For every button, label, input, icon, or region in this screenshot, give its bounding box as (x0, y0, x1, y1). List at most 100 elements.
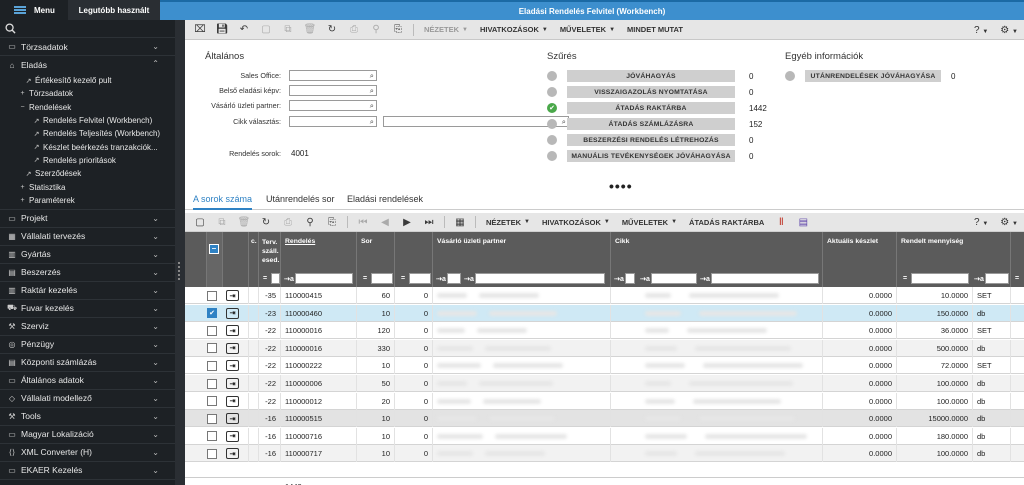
sidebar-sub-parameterek[interactable]: + Paraméterek (18, 194, 175, 207)
table-row[interactable]: ✔ ⇥ -23 110000460 10 0 0.0000 150.0000 db (185, 304, 1024, 322)
copy-icon[interactable]: ⧉ (211, 213, 233, 231)
sidebar-item-10[interactable]: ◇ Vállalati modellező ⌄ (0, 390, 175, 408)
save-icon[interactable]: 💾︎ (211, 20, 233, 39)
filter-input[interactable] (409, 273, 431, 284)
grid-settings-menu[interactable]: ⚙ ▼ (1000, 217, 1018, 228)
select-all-checkbox[interactable]: – (209, 244, 219, 254)
sidebar-sub-torzsadatok[interactable]: + Törzsadatok (18, 87, 175, 100)
sidebar-sub-statisztika[interactable]: + Statisztika (18, 180, 175, 193)
sidebar-item-4[interactable]: ▥ Raktár kezelés ⌄ (0, 282, 175, 300)
table-row[interactable]: ⇥ -16 110000716 10 0 0.0000 180.0000 db (185, 427, 1024, 445)
release-warehouse-button[interactable]: ÁTADÁS RAKTÁRBA (683, 213, 770, 231)
header-c[interactable]: c. (249, 232, 259, 287)
actions-menu[interactable]: MŰVELETEK ▼ (554, 20, 621, 39)
item-input[interactable]: ⌕ (289, 116, 377, 127)
prev-page-icon[interactable]: ◀ (374, 213, 396, 231)
item-description-input[interactable]: ⌕ (383, 116, 569, 127)
internal-rep-input[interactable]: ⌕ (289, 85, 377, 96)
show-all-button[interactable]: MINDET MUTAT (621, 20, 689, 39)
row-checkbox[interactable] (207, 448, 217, 459)
sidebar-sub-felvitel[interactable]: ↗ Rendelés Felvitel (Workbench) (18, 114, 175, 127)
sidebar-sub-keszlet[interactable]: ↗ Készlet beérkezés tranzakciók... (18, 140, 175, 153)
row-checkbox[interactable] (207, 325, 217, 336)
lookup-icon[interactable]: ⌕ (370, 117, 374, 127)
sidebar-item-1[interactable]: ▦ Vállalati tervezés ⌄ (0, 228, 175, 246)
delete-record-icon[interactable]: ⌧ (189, 20, 211, 39)
last-page-icon[interactable]: ⏭ (418, 213, 440, 231)
grid-actions-menu[interactable]: MŰVELETEK ▼ (616, 213, 683, 231)
sidebar-sub-szerzodesek[interactable]: ↗ Szerződések (18, 167, 175, 180)
sidebar-item-11[interactable]: ⚒ Tools ⌄ (0, 408, 175, 426)
table-row[interactable]: ⇥ -22 110000016 120 0 0.0000 36.0000 SET (185, 322, 1024, 340)
table-row[interactable]: ⇥ -22 110000012 20 0 0.0000 100.0000 db (185, 392, 1024, 410)
table-row[interactable]: ⇥ -35 110000415 60 0 0.0000 10.0000 SET (185, 287, 1024, 304)
grid-help-menu[interactable]: ? ▼ (974, 217, 988, 228)
sidebar-item-9[interactable]: ▭ Általános adatok ⌄ (0, 372, 175, 390)
trash-icon[interactable]: 🗑︎ (233, 213, 255, 231)
grid-references-menu[interactable]: HIVATKOZÁSOK ▼ (536, 213, 616, 231)
attachment-icon[interactable]: ⎘ (387, 20, 409, 39)
open-row-icon[interactable]: ⇥ (226, 290, 239, 301)
attachment-icon[interactable]: ⎘ (321, 213, 343, 231)
filter-input[interactable] (447, 273, 461, 284)
filter-input[interactable] (295, 273, 353, 284)
sidebar-sub-teljesites[interactable]: ↗ Rendelés Teljesítés (Workbench) (18, 127, 175, 140)
filter-input[interactable] (475, 273, 605, 284)
sidebar-sub-prioritasok[interactable]: ↗ Rendelés prioritások (18, 154, 175, 167)
filter-approval-button[interactable]: JÓVÁHAGYÁS (567, 70, 735, 82)
header-order[interactable]: Rendelés ⇢a (281, 232, 357, 287)
grid-views-menu[interactable]: NÉZETEK ▼ (480, 213, 536, 231)
lookup-icon[interactable]: ⌕ (370, 86, 374, 96)
calendar-icon[interactable]: ▦ (449, 213, 471, 231)
find-icon[interactable]: ⚲ (299, 213, 321, 231)
text-icon[interactable]: Ⅱ (770, 213, 792, 231)
splitter-grip-icon[interactable] (178, 262, 181, 280)
sidebar-item-12[interactable]: ▭ Magyar Lokalizáció ⌄ (0, 426, 175, 444)
sidebar-item-13[interactable]: ⟨⟩ XML Converter (H) ⌄ (0, 444, 175, 462)
filter-confirmation-button[interactable]: VISSZAIGAZOLÁS NYOMTATÁSA (567, 86, 735, 98)
table-row[interactable]: ⇥ -22 110000222 10 0 0.0000 72.0000 SET (185, 357, 1024, 375)
filter-input[interactable] (625, 273, 635, 284)
report-icon[interactable]: ▤ (792, 213, 814, 231)
header-line[interactable]: Sor = (357, 232, 395, 287)
filter-manual-activities-button[interactable]: MANUÁLIS TEVÉKENYSÉGEK JÓVÁHAGYÁSA (567, 150, 735, 162)
next-page-icon[interactable]: ▶ (396, 213, 418, 231)
undo-icon[interactable]: ↶ (233, 20, 255, 39)
header-select-all[interactable]: – (207, 232, 223, 287)
open-row-icon[interactable]: ⇥ (226, 413, 239, 425)
find-icon[interactable]: ⚲ (365, 20, 387, 39)
sidebar-item-0[interactable]: ▭ Projekt ⌄ (0, 210, 175, 228)
filter-input[interactable] (371, 273, 393, 284)
open-row-icon[interactable]: ⇥ (226, 342, 239, 354)
first-page-icon[interactable]: ⏮ (352, 213, 374, 231)
filter-purchase-order-button[interactable]: BESZERZÉSI RENDELÉS LÉTREHOZÁS (567, 134, 735, 146)
filter-input[interactable] (651, 273, 697, 284)
sidebar-item-torzsadatok[interactable]: ▭ Törzsadatok ⌄ (0, 38, 175, 56)
print-icon[interactable]: ⎙ (277, 213, 299, 231)
partner-input[interactable]: ⌕ (289, 100, 377, 111)
sidebar-item-3[interactable]: ▤ Beszerzés ⌄ (0, 264, 175, 282)
row-checkbox[interactable] (207, 413, 217, 424)
sidebar-item-5[interactable]: ⛟ Fuvar kezelés ⌄ (0, 300, 175, 318)
new-row-icon[interactable]: ▢ (189, 213, 211, 231)
sales-office-input[interactable]: ⌕ (289, 70, 377, 81)
sidebar-splitter[interactable] (175, 20, 185, 485)
row-checkbox[interactable] (207, 343, 217, 354)
header-ordered-qty[interactable]: Rendelt mennyiség = ⇢a (897, 232, 1011, 287)
open-row-icon[interactable]: ⇥ (226, 325, 239, 337)
sidebar-sub-rendelesek[interactable]: − Rendelések (18, 101, 175, 114)
sidebar-item-8[interactable]: ▤ Központi számlázás ⌄ (0, 354, 175, 372)
filter-input[interactable] (271, 273, 280, 284)
open-row-icon[interactable]: ⇥ (226, 307, 239, 319)
filter-input[interactable] (985, 273, 1009, 284)
sidebar-item-7[interactable]: ◎ Pénzügy ⌄ (0, 336, 175, 354)
print-icon[interactable]: ⎙ (343, 20, 365, 39)
references-menu[interactable]: HIVATKOZÁSOK ▼ (474, 20, 554, 39)
header-item[interactable]: Cikk ⇢a ⇢a ⇢a (611, 232, 823, 287)
table-row[interactable]: ⇥ -16 110000515 10 0 0.0000 15000.0000 db (185, 410, 1024, 428)
help-menu[interactable]: ? ▼ (974, 25, 988, 36)
header-current-stock[interactable]: Aktuális készlet (823, 232, 897, 287)
copy-icon[interactable]: ⧉ (277, 20, 299, 39)
lookup-icon[interactable]: ⌕ (370, 71, 374, 81)
new-icon[interactable]: ▢ (255, 20, 277, 39)
